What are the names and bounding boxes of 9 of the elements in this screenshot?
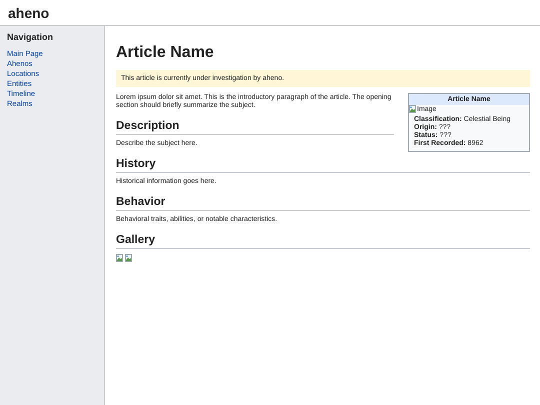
article-title: Article Name xyxy=(116,44,215,62)
section-heading: Gallery xyxy=(116,234,530,249)
broken-image-icon xyxy=(125,254,132,262)
section-heading: Behavior xyxy=(116,196,530,211)
section-heading: History xyxy=(116,158,530,173)
site-title: aheno xyxy=(8,4,50,20)
broken-image-icon xyxy=(116,254,123,262)
section-heading: Description xyxy=(116,120,394,135)
navigation-heading: Navigation xyxy=(7,32,54,42)
